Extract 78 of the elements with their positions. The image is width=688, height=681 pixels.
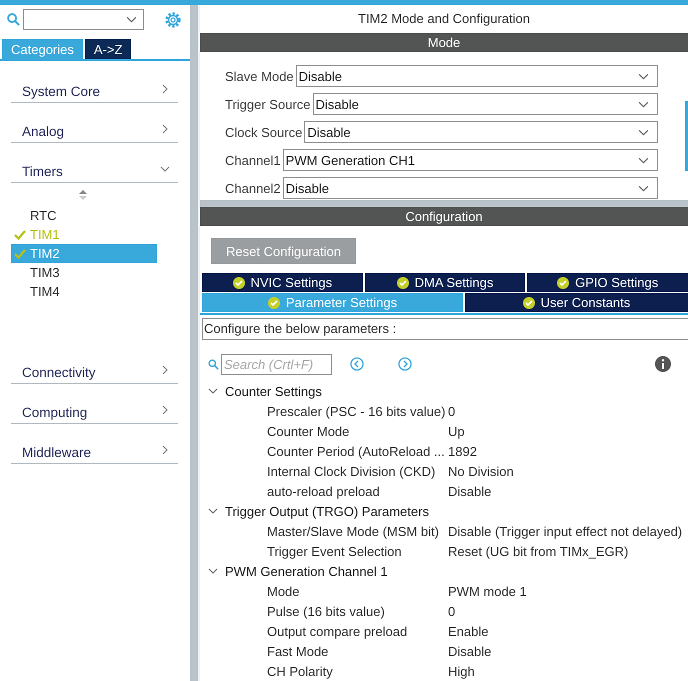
check-circle-icon <box>557 276 570 288</box>
parameter-value[interactable]: 0 <box>448 604 456 618</box>
caret-icon <box>638 72 649 80</box>
sort-icon[interactable] <box>78 190 86 200</box>
category-item[interactable]: Middleware <box>11 437 178 464</box>
parameter-label: Master/Slave Mode (MSM bit) <box>266 524 440 538</box>
parameter-value[interactable]: Reset (UG bit from TIMx_EGR) <box>448 544 628 558</box>
mode-dropdown[interactable]: Disable <box>296 65 658 87</box>
previous-icon[interactable] <box>350 357 364 371</box>
parameter-label: Counter Mode <box>266 424 350 438</box>
parameter-value[interactable]: PWM mode 1 <box>448 584 527 598</box>
caret-icon <box>638 184 649 192</box>
parameter-label: Pulse (16 bits value) <box>266 604 386 618</box>
parameter-value[interactable]: 0 <box>448 404 456 418</box>
caret-icon <box>638 100 649 108</box>
caret-icon <box>126 16 137 23</box>
peripheral-item[interactable]: TIM4 <box>11 282 157 301</box>
mode-dropdown[interactable]: Disable <box>312 93 658 115</box>
search-icon <box>208 358 219 370</box>
parameter-label: Fast Mode <box>266 644 330 658</box>
check-icon <box>14 230 26 240</box>
check-circle-icon <box>396 276 409 288</box>
category-item[interactable]: Analog <box>11 116 178 143</box>
check-circle-icon <box>232 276 244 288</box>
check-circle-icon <box>268 296 280 308</box>
search-icon <box>7 13 20 26</box>
parameter-label: Trigger Event Selection <box>266 544 403 558</box>
sidebar-tab[interactable]: A->Z <box>84 39 132 59</box>
next-icon[interactable] <box>398 357 412 371</box>
parameter-value[interactable]: Disable <box>448 484 492 498</box>
section-header: Configuration <box>200 207 688 226</box>
parameter-label: Internal Clock Division (CKD) <box>266 464 436 478</box>
parameter-group[interactable]: Trigger Output (TRGO) Parameters <box>200 501 688 521</box>
field-label: Channel1 <box>225 152 281 168</box>
search-field[interactable]: Search (Crtl+F) <box>221 354 332 374</box>
mode-dropdown[interactable]: Disable <box>282 177 658 199</box>
parameter-value[interactable]: Up <box>448 424 465 438</box>
parameter-label: auto-reload preload <box>266 484 381 498</box>
peripheral-item[interactable]: RTC <box>11 206 157 225</box>
category-item[interactable]: Connectivity <box>11 357 178 384</box>
section-header: Mode <box>200 33 688 52</box>
category-item[interactable]: Timers <box>11 156 178 183</box>
settings-tab[interactable]: DMA Settings <box>364 273 526 292</box>
parameter-label: CH Polarity <box>266 664 334 678</box>
parameter-group[interactable]: PWM Generation Channel 1 <box>200 561 688 581</box>
peripheral-item[interactable]: TIM3 <box>11 263 157 282</box>
category-item[interactable]: System Core <box>11 76 178 103</box>
parameter-value[interactable]: High <box>448 664 475 678</box>
settings-tab[interactable]: GPIO Settings <box>527 273 688 292</box>
parameter-group[interactable]: Counter Settings <box>200 381 688 401</box>
check-circle-icon <box>522 296 535 308</box>
field-label: Trigger Source <box>225 96 310 112</box>
field-label: Channel2 <box>225 180 281 196</box>
parameter-value[interactable]: Enable <box>448 624 488 638</box>
parameter-value[interactable]: Disable (Trigger input effect not delayed) <box>448 524 682 538</box>
scrollbar-thumb[interactable] <box>685 101 688 171</box>
check-icon <box>14 248 26 258</box>
settings-tab[interactable]: NVIC Settings <box>202 273 363 292</box>
parameter-label: Mode <box>266 584 301 598</box>
field-label: Slave Mode <box>225 68 294 84</box>
parameter-value[interactable]: No Division <box>448 464 514 478</box>
settings-icon[interactable] <box>164 10 182 28</box>
parameter-value[interactable]: Disable <box>448 644 492 658</box>
mode-dropdown[interactable]: PWM Generation CH1 <box>282 149 658 171</box>
parameter-label: Prescaler (PSC - 16 bits value) <box>266 404 446 418</box>
panel-title: TIM2 Mode and Configuration <box>357 10 531 28</box>
parameter-value[interactable]: 1892 <box>448 444 477 458</box>
caret-icon <box>638 156 649 164</box>
mode-dropdown[interactable]: Disable <box>304 121 658 143</box>
caret-icon <box>638 128 649 136</box>
parameter-label: Counter Period (AutoReload ... <box>266 444 446 458</box>
parameter-label: Output compare preload <box>266 624 408 638</box>
field-label: Clock Source <box>225 124 302 140</box>
info-icon[interactable] <box>655 356 671 372</box>
hint-text: Configure the below parameters : <box>202 318 688 340</box>
search-dropdown[interactable] <box>23 9 144 30</box>
settings-tab[interactable]: User Constants <box>464 293 688 312</box>
category-item[interactable]: Computing <box>11 397 178 424</box>
